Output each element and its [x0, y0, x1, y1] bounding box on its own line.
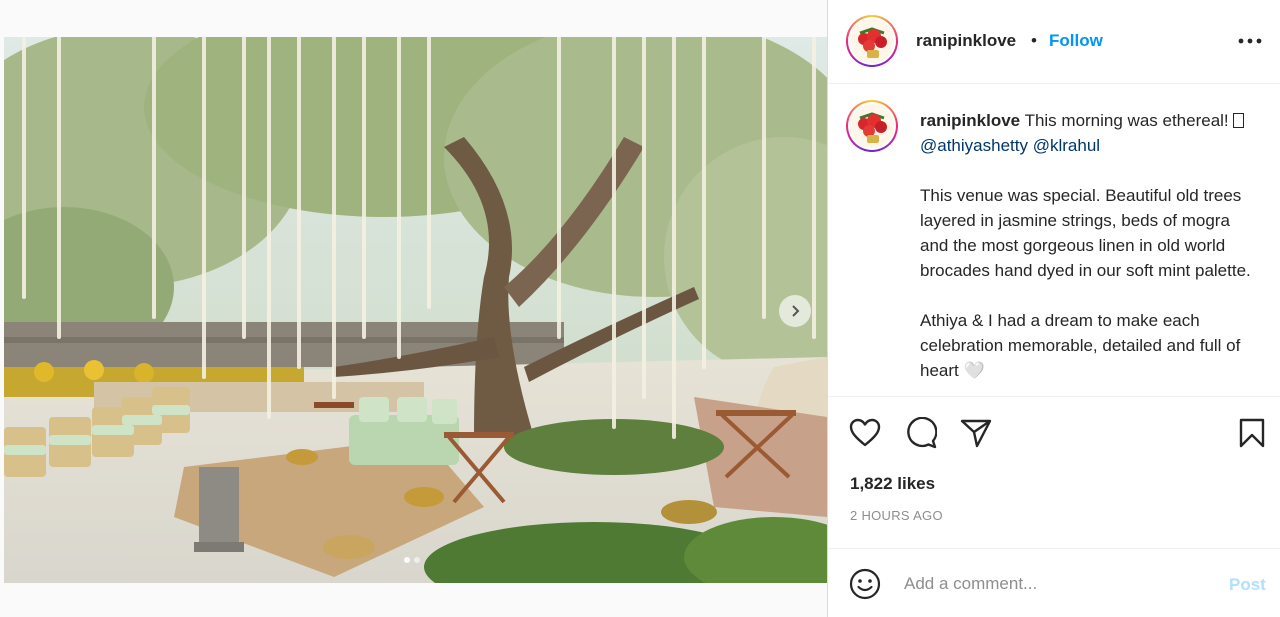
smiley-icon	[849, 568, 881, 600]
comment-button[interactable]	[904, 416, 938, 450]
likes-count[interactable]: 1,822 likes	[850, 474, 935, 494]
caption-author-avatar[interactable]	[846, 100, 898, 152]
emoji-placeholder	[1233, 113, 1245, 128]
chevron-right-icon	[792, 305, 800, 317]
mention-klrahul[interactable]: @klrahul	[1033, 136, 1100, 155]
comment-icon	[907, 417, 937, 449]
caption-section: ranipinklove This morning was ethereal! …	[828, 84, 1280, 396]
like-button[interactable]	[848, 416, 882, 450]
media-panel	[0, 0, 828, 617]
comment-bar: Post	[828, 548, 1280, 617]
separator-dot: •	[1031, 31, 1037, 50]
carousel-next-button[interactable]	[779, 295, 811, 327]
heart-icon	[849, 418, 881, 447]
share-icon	[960, 419, 992, 448]
caption-paragraph-3: Athiya & I had a dream to make each cele…	[920, 311, 1241, 380]
comment-input[interactable]	[904, 571, 1204, 597]
bookmark-icon	[1239, 418, 1265, 448]
author-username[interactable]: ranipinklove	[916, 31, 1016, 51]
caption-text: ranipinklove This morning was ethereal! …	[920, 108, 1260, 396]
author-avatar[interactable]	[846, 15, 898, 67]
post-timestamp[interactable]: 2 HOURS AGO	[850, 508, 943, 523]
carousel-dot-active	[404, 557, 410, 563]
mention-athiyashetty[interactable]: @athiyashetty	[920, 136, 1028, 155]
more-options-button[interactable]	[1233, 27, 1267, 55]
post-sidebar: ranipinklove • Follow ranipinklove This …	[828, 0, 1280, 617]
follow-button[interactable]: Follow	[1049, 31, 1103, 51]
emoji-picker-button[interactable]	[848, 567, 882, 601]
post-photo[interactable]	[4, 37, 827, 583]
caption-username[interactable]: ranipinklove	[920, 111, 1020, 130]
action-bar: 1,822 likes 2 HOURS AGO	[828, 396, 1280, 548]
carousel-dot	[414, 557, 420, 563]
post-comment-button[interactable]: Post	[1229, 575, 1266, 595]
more-options-icon	[1238, 38, 1262, 44]
post-header: ranipinklove • Follow	[828, 0, 1280, 84]
carousel-dots	[404, 557, 420, 563]
caption-paragraph-2: This venue was special. Beautiful old tr…	[920, 186, 1251, 280]
rose-bouquet-icon	[850, 19, 894, 63]
rose-bouquet-icon	[850, 104, 894, 148]
caption-line1: This morning was ethereal!	[1024, 111, 1234, 130]
save-button[interactable]	[1235, 416, 1269, 450]
share-button[interactable]	[959, 416, 993, 450]
